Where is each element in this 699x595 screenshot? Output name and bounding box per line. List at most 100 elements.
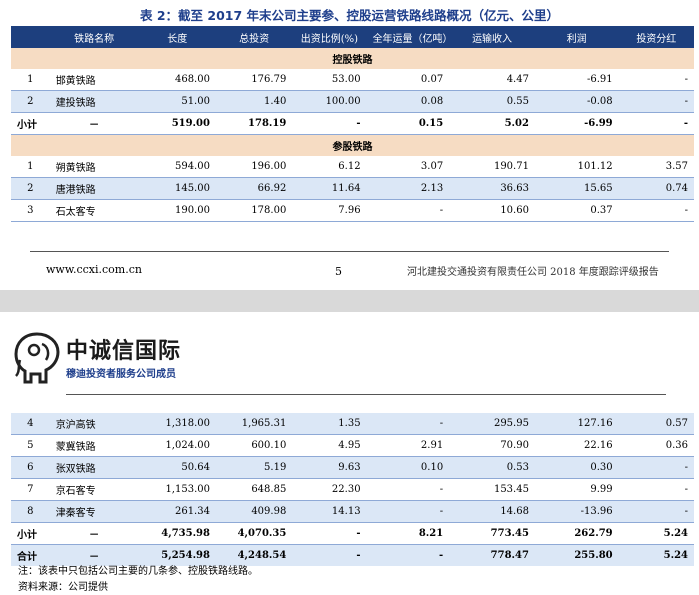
cell-revenue: 5.02 xyxy=(449,112,535,135)
cell-revenue: 778.47 xyxy=(449,544,535,566)
cell-ratio: 22.30 xyxy=(292,478,367,501)
cell-index: 1 xyxy=(11,156,50,178)
cell-dividend: 0.36 xyxy=(618,434,694,457)
cell-investment: 178.00 xyxy=(215,199,293,222)
cell-volume: - xyxy=(366,478,450,501)
cell-index: 7 xyxy=(11,478,50,501)
cell-ratio: 14.13 xyxy=(292,500,367,523)
cell-length: 1,024.00 xyxy=(138,434,216,457)
cell-dividend: - xyxy=(618,199,694,222)
cell-investment: 600.10 xyxy=(215,434,293,457)
table-row: 2 建投铁路 51.00 1.40 100.00 0.08 0.55 -0.08… xyxy=(11,90,694,113)
page-gap xyxy=(0,290,699,312)
cell-revenue: 70.90 xyxy=(449,434,535,457)
company-logo-subtitle: 穆迪投资者服务公司成员 xyxy=(66,369,176,380)
table-row: 5 蒙冀铁路 1,024.00 600.10 4.95 2.91 70.90 2… xyxy=(11,434,694,457)
footer-url: www.ccxi.com.cn xyxy=(46,263,142,276)
cell-ratio: 6.12 xyxy=(292,156,367,178)
cell-investment: 1,965.31 xyxy=(215,413,293,435)
cell-dividend: 0.57 xyxy=(618,413,694,435)
cell-dividend: - xyxy=(618,500,694,523)
cell-dividend: - xyxy=(618,478,694,501)
cell-revenue: 295.95 xyxy=(449,413,535,435)
cell-dividend: - xyxy=(618,456,694,479)
cell-index: 6 xyxy=(11,456,50,479)
cell-profit: 0.30 xyxy=(534,456,619,479)
cell-revenue: 0.55 xyxy=(449,90,535,113)
cell-profit: -6.99 xyxy=(534,112,619,135)
header-divider xyxy=(66,394,666,395)
cell-revenue: 10.60 xyxy=(449,199,535,222)
cell-volume: 2.91 xyxy=(366,434,450,457)
cell-ratio: - xyxy=(292,112,367,135)
table-caption: 表 2：截至 2017 年末公司主要参、控股运营铁路线路概况（亿元、公里） xyxy=(139,8,560,23)
section-label: 参股铁路 xyxy=(11,134,694,156)
header-volume: 全年运量（亿吨） xyxy=(366,26,450,48)
cell-revenue: 4.47 xyxy=(449,69,535,91)
subtotal-row: 小计 － 4,735.98 4,070.35 - 8.21 773.45 262… xyxy=(11,522,694,545)
cell-volume: 8.21 xyxy=(366,522,450,545)
cell-length: 261.34 xyxy=(138,500,216,523)
cell-name: 朔黄铁路 xyxy=(49,156,139,178)
cell-investment: 1.40 xyxy=(215,90,293,113)
table-row: 2 唐港铁路 145.00 66.92 11.64 2.13 36.63 15.… xyxy=(11,177,694,200)
header-ratio: 出资比例(%) xyxy=(292,26,367,48)
cell-ratio: - xyxy=(292,522,367,545)
cell-name: 蒙冀铁路 xyxy=(49,434,139,457)
railway-table-part2: 4 京沪高铁 1,318.00 1,965.31 1.35 - 295.95 1… xyxy=(11,413,694,566)
cell-volume: - xyxy=(366,500,450,523)
cell-profit: 22.16 xyxy=(534,434,619,457)
cell-revenue: 190.71 xyxy=(449,156,535,178)
cell-profit: 9.99 xyxy=(534,478,619,501)
cell-investment: 409.98 xyxy=(215,500,293,523)
cell-investment: 648.85 xyxy=(215,478,293,501)
cell-index: 小计 xyxy=(11,522,50,545)
table-row: 1 朔黄铁路 594.00 196.00 6.12 3.07 190.71 10… xyxy=(11,156,694,178)
cell-length: 1,153.00 xyxy=(138,478,216,501)
header-profit: 利润 xyxy=(534,26,619,48)
table-row: 4 京沪高铁 1,318.00 1,965.31 1.35 - 295.95 1… xyxy=(11,413,694,435)
cell-volume: - xyxy=(366,413,450,435)
footer-report-name: 河北建投交通投资有限责任公司 2018 年度跟踪评级报告 xyxy=(407,267,659,278)
cell-volume: - xyxy=(366,544,450,566)
report-page-6: 中诚信国际 穆迪投资者服务公司成员 4 京沪高铁 1,318.00 1,965.… xyxy=(0,312,699,595)
cell-profit: 255.80 xyxy=(534,544,619,566)
section-row-equity: 参股铁路 xyxy=(11,134,694,156)
table-row: 3 石太客专 190.00 178.00 7.96 - 10.60 0.37 - xyxy=(11,199,694,222)
cell-dividend: 5.24 xyxy=(618,544,694,566)
cell-dividend: 5.24 xyxy=(618,522,694,545)
cell-length: 468.00 xyxy=(138,69,216,91)
section-row-control: 控股铁路 xyxy=(11,48,694,69)
table-row: 1 邯黄铁路 468.00 176.79 53.00 0.07 4.47 -6.… xyxy=(11,69,694,91)
header-investment: 总投资 xyxy=(215,26,293,48)
cell-investment: 5.19 xyxy=(215,456,293,479)
cell-length: 4,735.98 xyxy=(138,522,216,545)
header-name: 铁路名称 xyxy=(49,26,139,48)
table-header-row: 铁路名称 长度 总投资 出资比例(%) 全年运量（亿吨） 运输收入 利润 投资分… xyxy=(11,26,694,48)
cell-profit: -6.91 xyxy=(534,69,619,91)
table-note: 注：该表中只包括公司主要的几条参、控股铁路线路。 xyxy=(18,566,258,577)
footer-divider xyxy=(30,251,669,252)
cell-ratio: - xyxy=(292,544,367,566)
cell-ratio: 7.96 xyxy=(292,199,367,222)
cell-investment: 178.19 xyxy=(215,112,293,135)
company-logo-text: 中诚信国际 xyxy=(66,338,182,364)
cell-dividend: - xyxy=(618,69,694,91)
cell-index: 小计 xyxy=(11,112,50,135)
header-length: 长度 xyxy=(138,26,216,48)
cell-profit: 15.65 xyxy=(534,177,619,200)
cell-investment: 196.00 xyxy=(215,156,293,178)
cell-volume: 2.13 xyxy=(366,177,450,200)
cell-volume: - xyxy=(366,199,450,222)
railway-table-part1: 铁路名称 长度 总投资 出资比例(%) 全年运量（亿吨） 运输收入 利润 投资分… xyxy=(11,26,694,222)
subtotal-row: 小计 － 519.00 178.19 - 0.15 5.02 -6.99 - xyxy=(11,112,694,135)
cell-ratio: 11.64 xyxy=(292,177,367,200)
cell-name: 建投铁路 xyxy=(49,90,139,113)
cell-name: － xyxy=(49,112,139,135)
cell-revenue: 773.45 xyxy=(449,522,535,545)
cell-index: 2 xyxy=(11,90,50,113)
cell-length: 594.00 xyxy=(138,156,216,178)
cell-length: 51.00 xyxy=(138,90,216,113)
cell-ratio: 1.35 xyxy=(292,413,367,435)
cell-name: 唐港铁路 xyxy=(49,177,139,200)
